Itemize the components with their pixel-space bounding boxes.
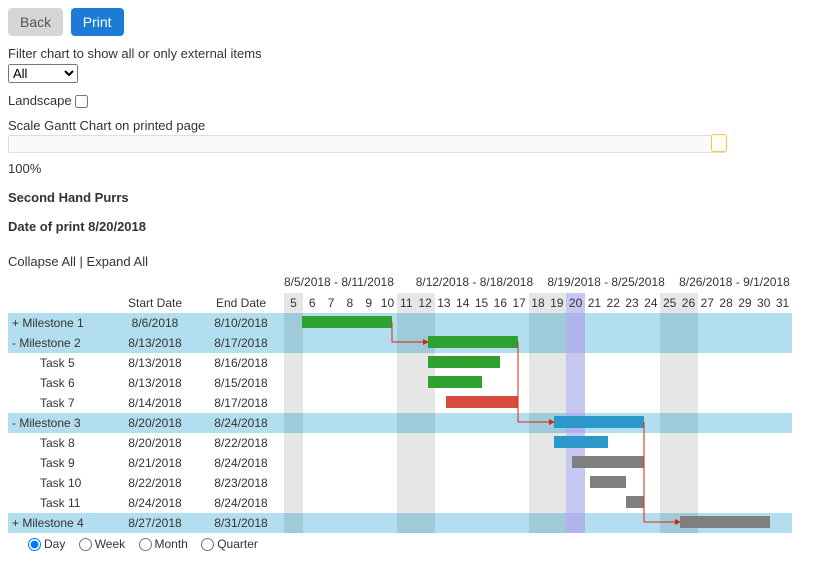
radio-month[interactable]: Month [139,537,188,551]
gantt-bar[interactable] [590,476,626,488]
gantt-bar[interactable] [302,316,392,328]
gantt-bar[interactable] [428,336,518,348]
filter-label: Filter chart to show all or only externa… [8,46,820,61]
scale-slider-handle[interactable] [711,134,727,152]
gantt-bar[interactable] [554,436,608,448]
scale-slider[interactable] [8,135,726,153]
gantt-bar[interactable] [680,516,770,528]
scale-label: Scale Gantt Chart on printed page [8,118,820,133]
landscape-label: Landscape [8,93,72,108]
print-date: Date of print 8/20/2018 [8,219,820,234]
project-title: Second Hand Purrs [8,190,820,205]
gantt-bar[interactable] [428,356,500,368]
gantt-bar[interactable] [428,376,482,388]
day-header: 31 [773,293,792,313]
gantt-bar[interactable] [554,416,644,428]
gantt-bar[interactable] [572,456,644,468]
back-button[interactable]: Back [8,8,63,36]
filter-select[interactable]: All [8,64,78,83]
scale-radios: Day Week Month Quarter [8,537,820,551]
radio-day[interactable]: Day [28,537,65,551]
gantt-bar[interactable] [626,496,644,508]
gantt-bar[interactable] [446,396,518,408]
dependency-lines [8,254,770,534]
radio-week[interactable]: Week [79,537,125,551]
landscape-checkbox[interactable] [75,95,88,108]
print-button[interactable]: Print [71,8,124,36]
scale-value: 100% [8,161,820,176]
radio-quarter[interactable]: Quarter [201,537,258,551]
